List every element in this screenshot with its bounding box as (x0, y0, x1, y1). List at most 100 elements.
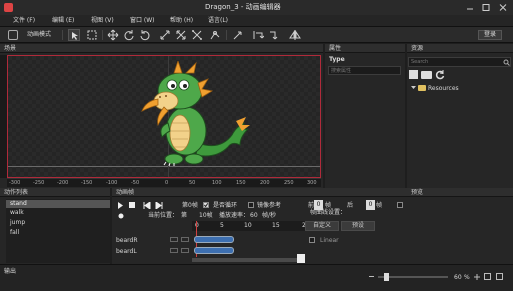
linear-checkbox[interactable] (309, 237, 315, 243)
mirror-label: 镜像参考 (257, 202, 282, 209)
scene-canvas[interactable] (7, 55, 321, 178)
rotate-left-icon[interactable] (123, 29, 135, 41)
track-label-beardR[interactable]: beardR (116, 238, 138, 244)
animation-mode-label[interactable]: 动画模式 (27, 32, 51, 38)
timeline-tick: 15 (272, 222, 280, 229)
link-icon[interactable] (232, 29, 244, 41)
preview-title: 预览 (411, 188, 424, 196)
bone-icon[interactable] (191, 29, 203, 41)
ruler-tick: 300 (307, 180, 317, 186)
refresh-icon[interactable] (435, 70, 445, 80)
ruler-tick: -200 (57, 180, 69, 186)
login-button[interactable]: 登录 (478, 30, 502, 40)
dragon-character-image[interactable] (136, 61, 254, 173)
track-visibility-icon[interactable] (170, 248, 178, 253)
menu-window[interactable]: 窗口 (W) (130, 18, 155, 24)
timeline-scrollbar[interactable] (192, 258, 302, 262)
zoom-unit: % (464, 274, 470, 281)
action-item-walk[interactable]: walk (6, 209, 110, 217)
action-item-jump[interactable]: jump (6, 219, 110, 227)
fps-value[interactable]: 60 (250, 213, 258, 219)
track-bar-beardR[interactable] (194, 236, 234, 243)
custom-curve-tab[interactable]: 自定义 (305, 221, 339, 231)
track-label-beardL[interactable]: beardL (116, 249, 137, 255)
ruler-tick: -150 (81, 180, 93, 186)
timeline-tick: 5 (220, 222, 224, 229)
ruler-tick: -100 (106, 180, 118, 186)
resources-folder-icon (418, 85, 426, 91)
stop-icon[interactable] (129, 202, 135, 208)
rotate-right-icon[interactable] (139, 29, 151, 41)
keyframe-icon[interactable] (118, 212, 124, 219)
menu-file[interactable]: 文件 (F) (13, 18, 35, 24)
maximize-icon[interactable] (481, 3, 491, 12)
actions-title: 动作列表 (4, 188, 29, 196)
preview-panel: 预览 (407, 188, 513, 264)
menu-help[interactable]: 帮助 (H) (170, 18, 193, 24)
ruler-tick: 200 (260, 180, 270, 186)
toolbar: 动画模式 登录 (0, 27, 513, 43)
select-icon[interactable] (68, 29, 80, 41)
ruler-tick: -50 (131, 180, 140, 186)
menu-view[interactable]: 视图 (V) (91, 18, 114, 24)
track-lock-icon[interactable] (181, 237, 189, 242)
menu-edit[interactable]: 编辑 (E) (52, 18, 74, 24)
ruler-tick: 100 (212, 180, 222, 186)
mirror-checkbox[interactable] (248, 202, 254, 208)
next-frame-icon[interactable] (155, 202, 163, 209)
ik-icon[interactable] (209, 29, 221, 41)
next-frame-unit: 帧 (376, 202, 383, 209)
resources-title: 资源 (411, 44, 424, 52)
track-bar-beardL[interactable] (194, 247, 234, 254)
current-position-label: 当前位置： (148, 212, 179, 219)
unlink-icon[interactable] (252, 29, 264, 41)
zoom-slider-handle[interactable] (384, 273, 389, 281)
timeline-tick: 10 (244, 222, 252, 229)
properties-header: 属性 (325, 44, 405, 53)
new-file-icon[interactable] (409, 70, 418, 79)
transform-icon[interactable] (86, 29, 98, 41)
folder-icon[interactable] (421, 71, 432, 79)
timeline-ruler: 0 5 10 15 2 (192, 221, 308, 231)
action-item-stand[interactable]: stand (6, 200, 110, 208)
curve-value: Linear (320, 237, 339, 244)
menu-language[interactable]: 语言(L) (208, 18, 228, 24)
fps-label: 播放速率： (219, 212, 250, 219)
close-icon[interactable] (498, 3, 508, 12)
track-visibility-icon[interactable] (170, 237, 178, 242)
fit-view-icon[interactable] (484, 273, 491, 280)
window-title: Dragon_3 - 动画编辑器 (205, 3, 281, 11)
resources-tree-root[interactable]: Resources (428, 86, 459, 92)
ruler-tick: 250 (284, 180, 294, 186)
timeline-scroll-handle[interactable] (297, 254, 305, 263)
properties-search-placeholder: 搜索属性 (331, 67, 352, 74)
zoom-out-icon[interactable] (369, 276, 374, 277)
track-lock-icon[interactable] (181, 248, 189, 253)
output-bar: 输出 60 % (0, 264, 513, 291)
fullscreen-icon[interactable] (496, 273, 503, 280)
play-icon[interactable] (117, 202, 124, 209)
properties-search-input[interactable]: 搜索属性 (328, 66, 401, 75)
flip-icon[interactable] (289, 29, 301, 41)
loop-checkbox[interactable] (203, 202, 209, 208)
horizontal-ruler: -300 -250 -200 -150 -100 -50 0 50 100 15… (7, 178, 321, 187)
preset-curve-tab[interactable]: 预设 (341, 221, 375, 231)
loop-label: 是否循环 (213, 202, 238, 209)
action-item-fall[interactable]: fall (6, 229, 110, 237)
scale-icon[interactable] (159, 29, 171, 41)
distort-icon[interactable] (175, 29, 187, 41)
minimize-icon[interactable] (465, 3, 475, 12)
resources-search-placeholder: Search (411, 59, 429, 65)
zoom-in-icon[interactable] (474, 274, 480, 280)
animation-mode-icon (8, 30, 18, 40)
prev-frame-icon[interactable] (143, 202, 151, 209)
resources-search-input[interactable]: Search (408, 57, 511, 67)
expand-arrow-icon[interactable] (411, 85, 417, 91)
vertical-ruler (0, 55, 7, 178)
toolbar-separator (102, 30, 103, 40)
pin-icon[interactable] (268, 29, 280, 41)
ruler-tick: 150 (236, 180, 246, 186)
move-icon[interactable] (107, 29, 119, 41)
next-frames-input[interactable]: 0 (366, 200, 375, 210)
onion-skin-checkbox[interactable] (397, 202, 403, 208)
